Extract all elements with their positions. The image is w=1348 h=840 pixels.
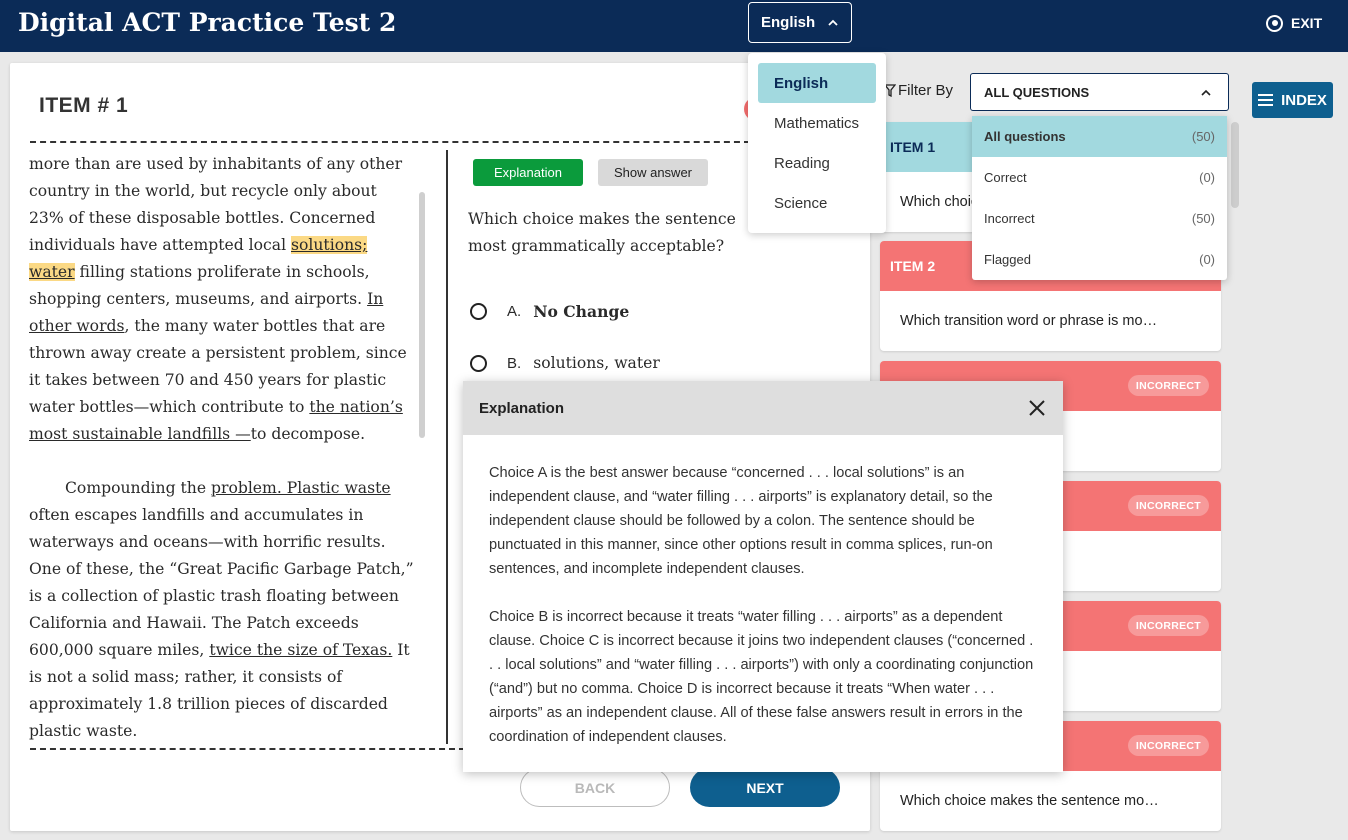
item-card-title: ITEM 1 [890,139,936,155]
passage-paragraph: Compounding the problem. Plastic waste o… [29,475,415,745]
filter-select[interactable]: ALL QUESTIONS [970,73,1229,111]
filter-label-text: Filter By [898,82,954,99]
filter-option-label: All questions [984,129,1066,144]
modal-header: Explanation [463,381,1063,435]
status-badge: INCORRECT [1127,495,1209,516]
subject-option-mathematics[interactable]: Mathematics [758,103,876,143]
passage-text-run: filling stations proliferate in schools,… [29,263,370,308]
index-label: INDEX [1281,91,1327,109]
filter-menu: All questions (50) Correct (0) Incorrect… [972,116,1227,280]
passage-text-run: to decompose. [250,425,366,443]
underlined-text[interactable]: problem. Plastic waste [211,479,391,497]
radio-button[interactable] [470,303,487,320]
chevron-up-icon [828,19,838,26]
subject-select[interactable]: English [748,2,852,43]
subject-menu: English Mathematics Reading Science [748,53,886,233]
filter-option-count: (0) [1199,170,1215,185]
subject-option-science[interactable]: Science [758,183,876,223]
status-badge: INCORRECT [1127,375,1209,396]
filter-option-label: Correct [984,170,1027,185]
subject-option-english[interactable]: English [758,63,876,103]
item-card-preview: Which transition word or phrase is mo… [900,313,1158,329]
answer-choice-b[interactable]: B. solutions, water [470,354,660,372]
underlined-text[interactable]: twice the size of Texas. [209,641,392,659]
explanation-button[interactable]: Explanation [473,159,583,186]
filter-option-flagged[interactable]: Flagged (0) [972,239,1227,280]
back-button[interactable]: BACK [520,768,670,807]
choice-text: No Change [533,302,630,321]
top-bar: Digital ACT Practice Test 2 English EXIT [0,0,1348,52]
show-answer-button[interactable]: Show answer [598,159,708,186]
passage-text: more than are used by inhabitants of any… [29,151,415,745]
item-list-scrollbar[interactable] [1231,122,1239,208]
item-card-preview: Which choice makes the sentence mo… [900,793,1159,809]
filter-label: Filter By [884,82,953,99]
index-button[interactable]: INDEX [1252,82,1333,118]
question-stem: Which choice makes the sentence most gra… [468,210,736,255]
choice-letter: B. [507,354,522,372]
exit-button[interactable]: EXIT [1266,12,1322,34]
app-title: Digital ACT Practice Test 2 [18,8,397,37]
divider-bottom [30,748,465,750]
modal-title: Explanation [479,399,565,417]
passage-paragraph: more than are used by inhabitants of any… [29,151,415,448]
choice-text: solutions, water [533,354,660,372]
chevron-up-icon [1201,89,1211,96]
column-divider [446,150,448,744]
filter-option-correct[interactable]: Correct (0) [972,157,1227,198]
filter-option-incorrect[interactable]: Incorrect (50) [972,198,1227,239]
explanation-paragraph: Choice A is the best answer because “con… [489,465,993,577]
filter-option-label: Incorrect [984,211,1035,226]
menu-icon [1258,94,1274,106]
radio-button[interactable] [470,354,487,372]
close-icon[interactable] [1027,398,1047,418]
modal-body: Choice A is the best answer because “con… [463,435,1063,749]
exit-label: EXIT [1291,15,1323,31]
exit-icon [1266,14,1283,32]
subject-option-reading[interactable]: Reading [758,143,876,183]
passage-text-run: Compounding the [65,479,212,497]
passage-scrollbar[interactable] [419,192,425,438]
filter-option-count: (0) [1199,252,1215,267]
answer-choice-a[interactable]: A. No Change [470,302,629,321]
subject-select-value: English [761,14,816,31]
divider-top [30,141,750,143]
filter-select-value: ALL QUESTIONS [984,84,1090,100]
choice-letter: A. [507,303,522,320]
next-button[interactable]: NEXT [690,768,840,807]
explanation-modal: Explanation Choice A is the best answer … [463,381,1063,772]
filter-option-label: Flagged [984,252,1031,267]
status-badge: INCORRECT [1127,615,1209,636]
explanation-paragraph: Choice B is incorrect because it treats … [489,609,1034,745]
passage-text-run: often escapes landfills and accumulates … [29,506,414,659]
status-badge: INCORRECT [1127,735,1209,756]
item-heading: ITEM # 1 [39,94,129,117]
filter-option-count: (50) [1191,211,1215,226]
filter-option-all[interactable]: All questions (50) [972,116,1227,157]
filter-option-count: (50) [1191,129,1215,144]
item-card-title: ITEM 2 [890,258,936,274]
